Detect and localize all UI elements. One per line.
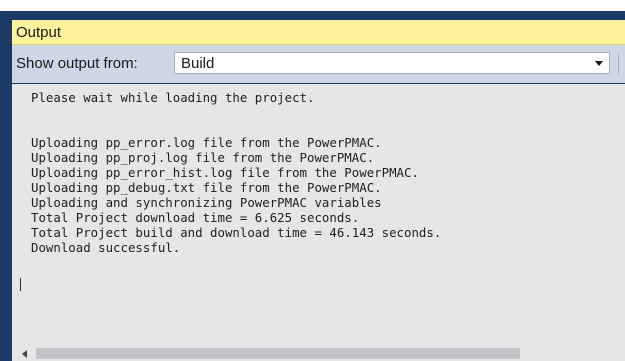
chevron-down-icon[interactable]: [595, 61, 603, 66]
build-output-log: Please wait while loading the project. U…: [31, 90, 442, 255]
panel-title: Output: [16, 24, 62, 41]
scroll-left-arrow-icon[interactable]: [22, 350, 27, 358]
output-source-value: Build: [181, 55, 215, 72]
output-text-area[interactable]: Please wait while loading the project. U…: [12, 84, 625, 346]
output-panel-title-bar[interactable]: Output: [12, 20, 625, 45]
show-output-label: Show output from:: [16, 55, 138, 72]
toolbar-separator: [618, 54, 619, 74]
text-caret: [20, 278, 21, 291]
scrollbar-thumb[interactable]: [36, 348, 520, 359]
output-toolbar: Show output from: Build: [12, 45, 625, 83]
output-window: Output Show output from: Build Please wa…: [0, 0, 625, 361]
output-source-select[interactable]: Build: [174, 52, 610, 74]
horizontal-scrollbar[interactable]: [12, 346, 625, 361]
